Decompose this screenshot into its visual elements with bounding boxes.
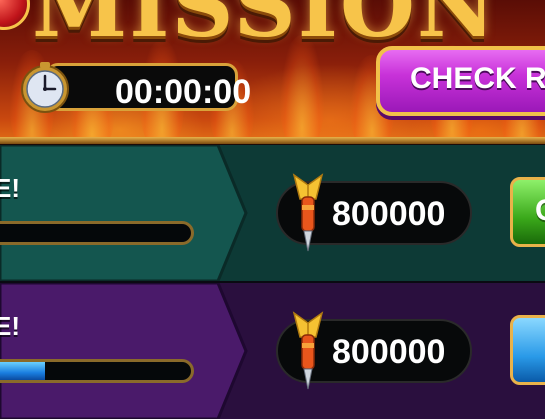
- title-emblem-icon: [0, 0, 30, 30]
- mission-row: E! 800000 C: [0, 145, 545, 281]
- mission-action-button[interactable]: C: [510, 177, 545, 247]
- reward-badge: 800000: [276, 173, 472, 252]
- mission-label: E!: [0, 173, 20, 203]
- reward-value: 800000: [332, 333, 446, 371]
- dart-icon: [292, 311, 324, 390]
- dart-icon: [292, 173, 324, 252]
- check-rewards-button[interactable]: CHECK RE: [376, 46, 545, 116]
- mission-info-panel: [0, 145, 248, 281]
- mission-progress-bar: [0, 359, 194, 383]
- mission-timer: 00:00:00: [18, 60, 251, 114]
- timer-pill: 00:00:00: [46, 63, 251, 111]
- mission-progress-bar: [0, 221, 194, 245]
- mission-progress-fill: [0, 362, 46, 380]
- reward-value: 800000: [332, 195, 446, 233]
- header-divider: [0, 137, 545, 144]
- check-rewards-label: CHECK RE: [410, 62, 545, 95]
- clock-icon: [21, 62, 69, 113]
- mission-action-button[interactable]: [510, 315, 545, 385]
- header-banner: MISSION 00:00:00 CHECK RE: [0, 0, 545, 140]
- mission-info-panel: [0, 283, 248, 419]
- mission-row: E! 800000: [0, 283, 545, 419]
- reward-badge: 800000: [276, 311, 472, 390]
- mission-action-label: C: [535, 194, 545, 228]
- timer-value: 00:00:00: [115, 73, 252, 111]
- mission-label: E!: [0, 311, 20, 341]
